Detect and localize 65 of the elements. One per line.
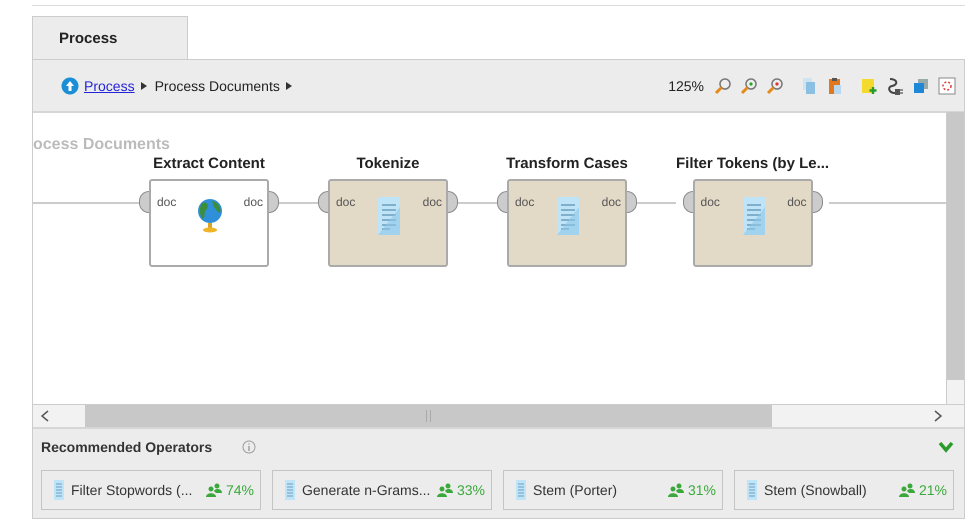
operator-node[interactable]: doc doc [149,179,269,267]
users-icon [206,483,222,497]
connection-line [637,202,676,204]
zoom-out-icon[interactable] [766,76,784,94]
layers-icon[interactable] [912,76,930,94]
caret-icon [140,82,147,90]
connection-line [458,202,497,204]
document-icon [285,480,295,500]
canvas-title: ocess Documents [33,135,171,155]
zoom-in-icon[interactable] [740,76,758,94]
document-icon [742,197,765,235]
port-label: doc [336,195,356,209]
paste-icon[interactable] [826,76,844,94]
document-icon [557,197,579,235]
plug-icon[interactable] [886,76,904,94]
globe-icon [198,197,222,235]
output-port[interactable] [269,191,279,213]
port-label: doc [787,195,807,209]
section-title: Recommended Operators [41,439,212,455]
users-icon [668,483,684,497]
breadcrumb-item: Process Documents [154,78,280,94]
operator-title: Extract Content [153,155,265,174]
operator-node[interactable]: doc doc [692,179,813,267]
zoom-level: 125% [668,78,704,94]
output-port[interactable] [627,191,637,213]
operator-suggestion[interactable]: Stem (Porter) 31% [503,470,723,510]
add-note-icon[interactable] [860,76,878,94]
port-label: doc [700,195,720,209]
input-port[interactable] [318,191,328,213]
horizontal-scrollbar[interactable] [85,405,772,427]
scroll-right-icon[interactable] [934,410,942,422]
operator-node[interactable]: doc doc [507,179,627,267]
scroll-left-icon[interactable] [41,410,49,422]
port-label: doc [422,195,442,209]
operator-title: Tokenize [356,155,420,174]
input-port[interactable] [682,191,693,213]
port-label: doc [244,195,263,209]
operator-suggestion[interactable]: Generate n-Grams... 33% [272,470,492,510]
operator-suggestion[interactable]: Stem (Snowball) 21% [734,470,954,510]
operator-title: Filter Tokens (by Le... [676,155,830,174]
output-port[interactable] [448,191,458,213]
document-icon [516,480,526,500]
connection-line [279,202,318,204]
fit-screen-icon[interactable] [938,76,956,94]
port-label: doc [157,195,176,209]
port-label: doc [515,195,534,209]
chevron-icon[interactable] [938,441,954,453]
users-icon [898,483,915,497]
users-icon [436,483,453,497]
input-port[interactable] [139,191,149,213]
input-port[interactable] [497,191,507,213]
operator-suggestion[interactable]: Filter Stopwords (... 74% [41,470,261,510]
process-tab[interactable]: Process [32,16,188,59]
operator-node[interactable]: doc doc [328,179,448,267]
zoom-icon[interactable] [714,76,732,94]
breadcrumb-link[interactable]: Process [84,78,135,94]
document-icon [378,197,400,235]
info-icon[interactable] [242,440,256,454]
caret-icon [286,82,292,90]
document-icon [54,480,64,500]
operator-title: Transform Cases [506,155,628,174]
output-port[interactable] [812,191,823,213]
port-label: doc [602,195,621,209]
vertical-scrollbar[interactable] [946,113,964,404]
document-icon [747,480,757,500]
